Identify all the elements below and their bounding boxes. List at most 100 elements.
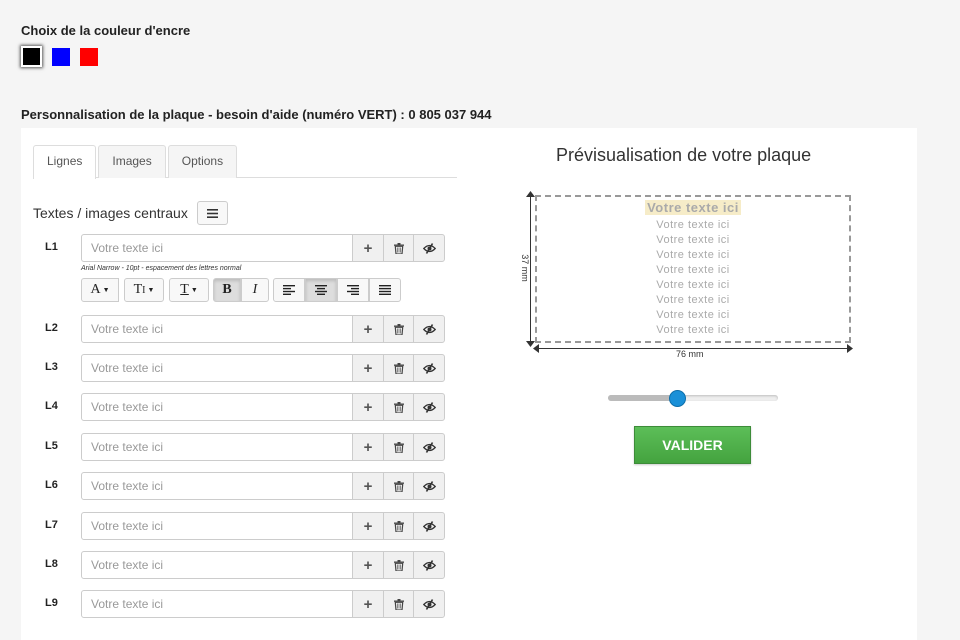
arrow-right-icon — [847, 344, 853, 353]
add-line-button[interactable]: + — [352, 234, 384, 262]
add-line-button[interactable]: + — [352, 590, 384, 618]
line-text-input[interactable] — [81, 551, 353, 579]
font-family-dropdown[interactable]: A ▼ — [81, 278, 119, 302]
zoom-slider-handle[interactable] — [669, 390, 686, 407]
text-line-row: L1 + — [33, 234, 453, 262]
line-text-input[interactable] — [81, 354, 353, 382]
trash-icon — [393, 441, 404, 453]
hide-line-button[interactable] — [413, 393, 445, 421]
letter-spacing-dropdown[interactable]: T ▼ — [169, 278, 209, 302]
align-right-button[interactable] — [337, 278, 369, 302]
personalisation-title: Personnalisation de la plaque - besoin d… — [21, 107, 492, 122]
plus-icon: + — [363, 438, 373, 456]
delete-line-button[interactable] — [383, 551, 414, 579]
zoom-slider-fill — [608, 395, 678, 401]
add-line-button[interactable]: + — [352, 433, 384, 461]
line-text-input[interactable] — [81, 472, 353, 500]
editor-tabs: Lignes Images Options — [33, 145, 457, 179]
line-text-input[interactable] — [81, 590, 353, 618]
eye-slash-icon — [422, 598, 436, 610]
ink-color-swatches — [21, 46, 98, 67]
preview-line-text: Votre texte ici — [656, 294, 730, 306]
plus-icon: + — [363, 239, 373, 257]
line-label: L4 — [45, 400, 58, 412]
hide-line-button[interactable] — [413, 315, 445, 343]
add-line-button[interactable]: + — [352, 472, 384, 500]
trash-icon — [393, 362, 404, 374]
line-text-input[interactable] — [81, 433, 353, 461]
line-text-input[interactable] — [81, 393, 353, 421]
zoom-slider[interactable] — [608, 390, 778, 407]
line-text-input[interactable] — [81, 234, 353, 262]
add-line-button[interactable]: + — [352, 354, 384, 382]
line-label: L3 — [45, 361, 58, 373]
preview-line-text: Votre texte ici — [656, 234, 730, 246]
eye-slash-icon — [422, 559, 436, 571]
delete-line-button[interactable] — [383, 433, 414, 461]
preview-line-text: Votre texte ici — [656, 309, 730, 321]
ink-swatch-black[interactable] — [21, 46, 42, 67]
delete-line-button[interactable] — [383, 472, 414, 500]
trash-icon — [393, 323, 404, 335]
trash-icon — [393, 401, 404, 413]
ink-swatch-blue[interactable] — [52, 47, 70, 66]
preview-line-text: Votre texte ici — [656, 219, 730, 231]
plate-preview: Votre texte ici Votre texte ici Votre text… — [535, 195, 851, 343]
delete-line-button[interactable] — [383, 393, 414, 421]
editor-panel: Lignes Images Options Textes / images ce… — [21, 128, 917, 640]
preview-title: Prévisualisation de votre plaque — [556, 145, 812, 165]
central-menu-button[interactable] — [197, 201, 228, 225]
caret-down-icon: ▼ — [147, 286, 155, 294]
hide-line-button[interactable] — [413, 472, 445, 500]
line-text-input[interactable] — [81, 315, 353, 343]
tab-options[interactable]: Options — [167, 145, 238, 178]
arrow-up-icon — [526, 191, 535, 197]
hide-line-button[interactable] — [413, 354, 445, 382]
align-left-button[interactable] — [273, 278, 305, 302]
plus-icon: + — [363, 595, 373, 613]
eye-slash-icon — [422, 242, 436, 254]
line-label: L5 — [45, 440, 58, 452]
eye-slash-icon — [422, 480, 436, 492]
delete-line-button[interactable] — [383, 354, 414, 382]
caret-down-icon: ▼ — [190, 286, 198, 294]
tab-lignes[interactable]: Lignes — [33, 145, 97, 179]
add-line-button[interactable]: + — [352, 315, 384, 343]
align-justify-button[interactable] — [369, 278, 401, 302]
delete-line-button[interactable] — [383, 315, 414, 343]
hide-line-button[interactable] — [413, 590, 445, 618]
align-center-button[interactable] — [305, 278, 337, 302]
eye-slash-icon — [422, 520, 436, 532]
hide-line-button[interactable] — [413, 512, 445, 540]
plus-icon: + — [363, 320, 373, 338]
add-line-button[interactable]: + — [352, 551, 384, 579]
validate-button[interactable]: VALIDER — [634, 426, 751, 464]
font-info-text: Arial Narrow - 10pt - espacement des let… — [81, 265, 242, 272]
hide-line-button[interactable] — [413, 234, 445, 262]
text-line-row: L9 + — [33, 590, 453, 618]
add-line-button[interactable]: + — [352, 512, 384, 540]
line-label: L7 — [45, 519, 58, 531]
hide-line-button[interactable] — [413, 551, 445, 579]
tab-images[interactable]: Images — [98, 145, 166, 178]
align-justify-icon — [379, 285, 391, 295]
line-label: L2 — [45, 322, 58, 334]
trash-icon — [393, 559, 404, 571]
line-label: L8 — [45, 558, 58, 570]
font-size-dropdown[interactable]: T I ▼ — [124, 278, 164, 302]
delete-line-button[interactable] — [383, 590, 414, 618]
font-size-glyph: T — [133, 282, 143, 297]
delete-line-button[interactable] — [383, 512, 414, 540]
plus-icon: + — [363, 359, 373, 377]
delete-line-button[interactable] — [383, 234, 414, 262]
add-line-button[interactable]: + — [352, 393, 384, 421]
italic-button[interactable]: I — [241, 278, 269, 302]
trash-icon — [393, 598, 404, 610]
text-line-row: L8 + — [33, 551, 453, 579]
bold-button[interactable]: B — [213, 278, 241, 302]
ink-swatch-red[interactable] — [80, 47, 98, 66]
line-text-input[interactable] — [81, 512, 353, 540]
plus-icon: + — [363, 477, 373, 495]
hide-line-button[interactable] — [413, 433, 445, 461]
text-line-row: L7 + — [33, 512, 453, 540]
